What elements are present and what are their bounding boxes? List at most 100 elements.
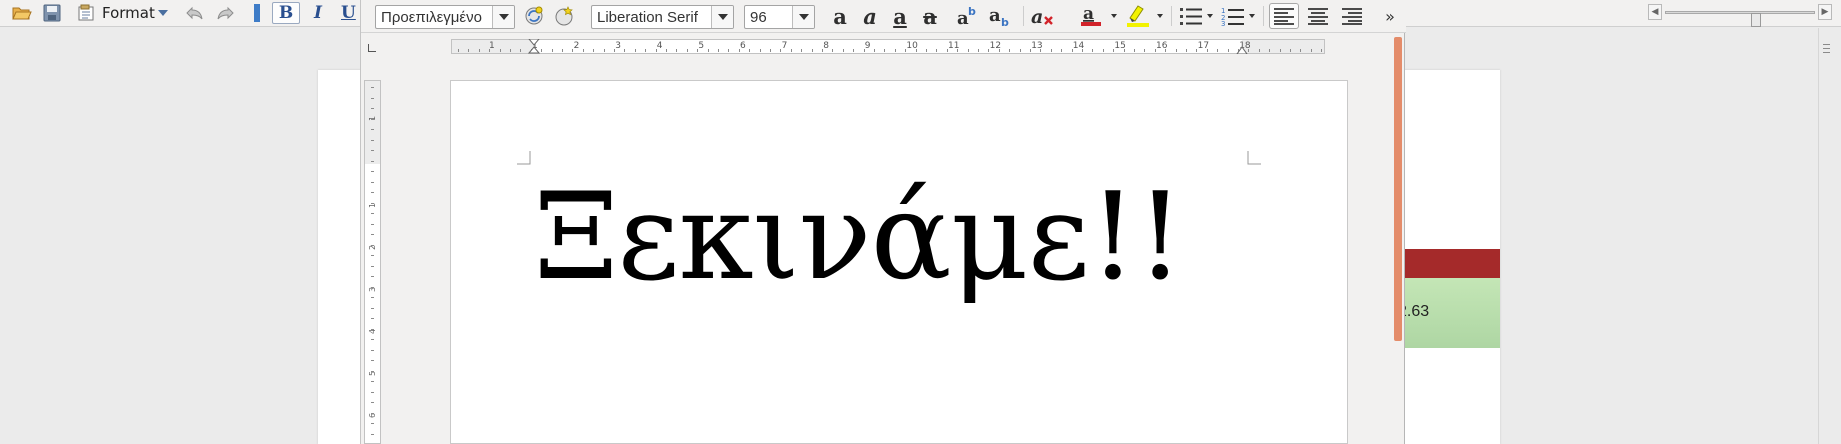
format-dropdown-icon[interactable] xyxy=(154,2,172,24)
tab-stop-selector-icon[interactable] xyxy=(368,44,376,52)
zoom-thumb[interactable] xyxy=(1751,13,1761,27)
update-style-icon[interactable] xyxy=(521,3,547,29)
ruler-tick xyxy=(1113,49,1114,52)
ruler-tick xyxy=(999,49,1000,52)
subscript-icon[interactable]: ab xyxy=(987,3,1015,29)
new-style-icon[interactable] xyxy=(551,3,577,29)
ruler-tick xyxy=(1290,49,1291,52)
align-center-icon[interactable] xyxy=(1303,3,1333,29)
ruler-tick xyxy=(656,49,657,52)
bold-a-icon[interactable]: a xyxy=(827,3,853,29)
bullet-list-icon[interactable] xyxy=(1177,3,1205,29)
ruler-row: 1 1 2 3 4 5 6 7 8 9 10 11 12 13 14 15 16 17 18 xyxy=(361,34,1406,58)
ruler-number: 6 xyxy=(740,41,746,51)
paragraph-style-combo[interactable]: Προεπιλεγμένο xyxy=(375,5,515,29)
vertical-ruler[interactable]: 1123456 xyxy=(364,80,381,444)
save-icon[interactable] xyxy=(40,2,64,24)
ruler-tick xyxy=(1311,49,1312,52)
font-color-dropdown-icon[interactable] xyxy=(1109,3,1119,29)
vertical-ruler-number: 2 xyxy=(368,244,377,251)
svg-text:a: a xyxy=(1031,6,1043,27)
right-indent-marker-icon[interactable] xyxy=(1236,44,1248,54)
ruler-tick xyxy=(1020,49,1021,52)
bookmark-icon[interactable] xyxy=(250,2,264,24)
vertical-ruler-tick xyxy=(371,350,374,351)
font-name-combo[interactable]: Liberation Serif xyxy=(591,5,734,29)
document-text[interactable]: Ξεκινάμε!! xyxy=(534,172,1184,304)
scroll-tick xyxy=(1823,44,1830,45)
highlight-icon[interactable] xyxy=(1123,3,1153,29)
ruler-tick xyxy=(1280,49,1281,52)
undo-icon[interactable] xyxy=(182,2,208,24)
font-color-icon[interactable]: a xyxy=(1077,3,1107,29)
zoom-in-icon[interactable]: ▶ xyxy=(1818,4,1832,20)
horizontal-ruler[interactable]: 1 1 2 3 4 5 6 7 8 9 10 11 12 13 14 15 16 17 18 xyxy=(451,39,1325,54)
ruler-tick xyxy=(968,49,969,52)
toolbar-separator xyxy=(1171,6,1172,26)
vertical-ruler-tick xyxy=(371,339,374,340)
align-right-icon[interactable] xyxy=(1337,3,1367,29)
italic-button[interactable]: I xyxy=(306,2,330,24)
chevron-down-icon[interactable] xyxy=(792,6,814,28)
background-scrollbar[interactable] xyxy=(1818,28,1833,444)
indent-marker-icon[interactable] xyxy=(528,39,540,54)
vertical-ruler-tick xyxy=(371,234,374,235)
ruler-tick xyxy=(978,49,979,52)
vertical-ruler-tick xyxy=(371,224,374,225)
vertical-ruler-tick xyxy=(371,423,374,424)
font-size-combo[interactable]: 96 xyxy=(744,5,815,29)
align-left-icon[interactable] xyxy=(1269,3,1299,29)
ruler-tick xyxy=(479,49,480,52)
ruler-tick xyxy=(1207,49,1208,52)
strikethrough-a-icon[interactable]: a xyxy=(917,3,943,29)
scrollbar-thumb[interactable] xyxy=(1394,37,1402,341)
vertical-ruler-tick xyxy=(371,434,374,435)
zoom-track[interactable] xyxy=(1665,11,1815,27)
vertical-ruler-tick xyxy=(371,87,374,88)
writer-window: Προεπιλεγμένο Liberation Serif 96 a a a … xyxy=(360,0,1406,444)
vertical-ruler-number: 4 xyxy=(368,328,377,335)
vertical-ruler-tick xyxy=(371,318,374,319)
vertical-ruler-tick xyxy=(371,329,374,330)
ruler-tick xyxy=(1124,49,1125,52)
italic-a-icon[interactable]: a xyxy=(857,3,883,29)
clear-formatting-icon[interactable]: a xyxy=(1029,3,1057,29)
ruler-number: 7 xyxy=(781,41,788,51)
vertical-ruler-tick xyxy=(371,213,374,214)
chevron-down-icon[interactable] xyxy=(492,6,514,28)
open-icon[interactable] xyxy=(10,2,34,24)
italic-icon: I xyxy=(314,3,322,23)
vertical-ruler-tick xyxy=(371,402,374,403)
format-button[interactable]: Format xyxy=(76,2,164,24)
ruler-tick xyxy=(500,49,501,52)
ruler-tick xyxy=(1092,49,1093,52)
superscript-icon[interactable]: ab xyxy=(955,3,983,29)
redo-icon[interactable] xyxy=(212,2,238,24)
underline-a-icon[interactable]: a xyxy=(887,3,913,29)
numbered-list-dropdown-icon[interactable] xyxy=(1247,3,1257,29)
vertical-ruler-number: 1 xyxy=(368,202,377,209)
ruler-tick xyxy=(1186,49,1187,52)
ruler-tick xyxy=(1269,49,1270,52)
zoom-slider[interactable]: ◀ ▶ xyxy=(1648,4,1832,27)
vertical-ruler-tick xyxy=(371,381,374,382)
vertical-ruler-tick xyxy=(371,150,374,151)
highlight-dropdown-icon[interactable] xyxy=(1155,3,1165,29)
underline-button[interactable]: U xyxy=(340,2,358,24)
document-scrollbar[interactable] xyxy=(1393,37,1403,444)
svg-text:3: 3 xyxy=(1221,20,1225,26)
ruler-tick xyxy=(583,49,584,52)
vertical-ruler-tick xyxy=(371,360,374,361)
more-icon[interactable]: » xyxy=(1381,3,1399,29)
bold-button[interactable]: B xyxy=(272,2,300,24)
bullet-list-dropdown-icon[interactable] xyxy=(1205,3,1215,29)
ruler-tick xyxy=(874,49,875,52)
ruler-tick xyxy=(510,49,511,52)
ruler-tick xyxy=(1051,49,1052,52)
ruler-number: 4 xyxy=(656,41,663,51)
chevron-down-icon[interactable] xyxy=(711,6,733,28)
numbered-list-icon[interactable]: 123 xyxy=(1219,3,1247,29)
zoom-out-icon[interactable]: ◀ xyxy=(1648,4,1662,20)
bold-icon: B xyxy=(278,3,294,23)
scroll-tick xyxy=(1823,48,1830,49)
